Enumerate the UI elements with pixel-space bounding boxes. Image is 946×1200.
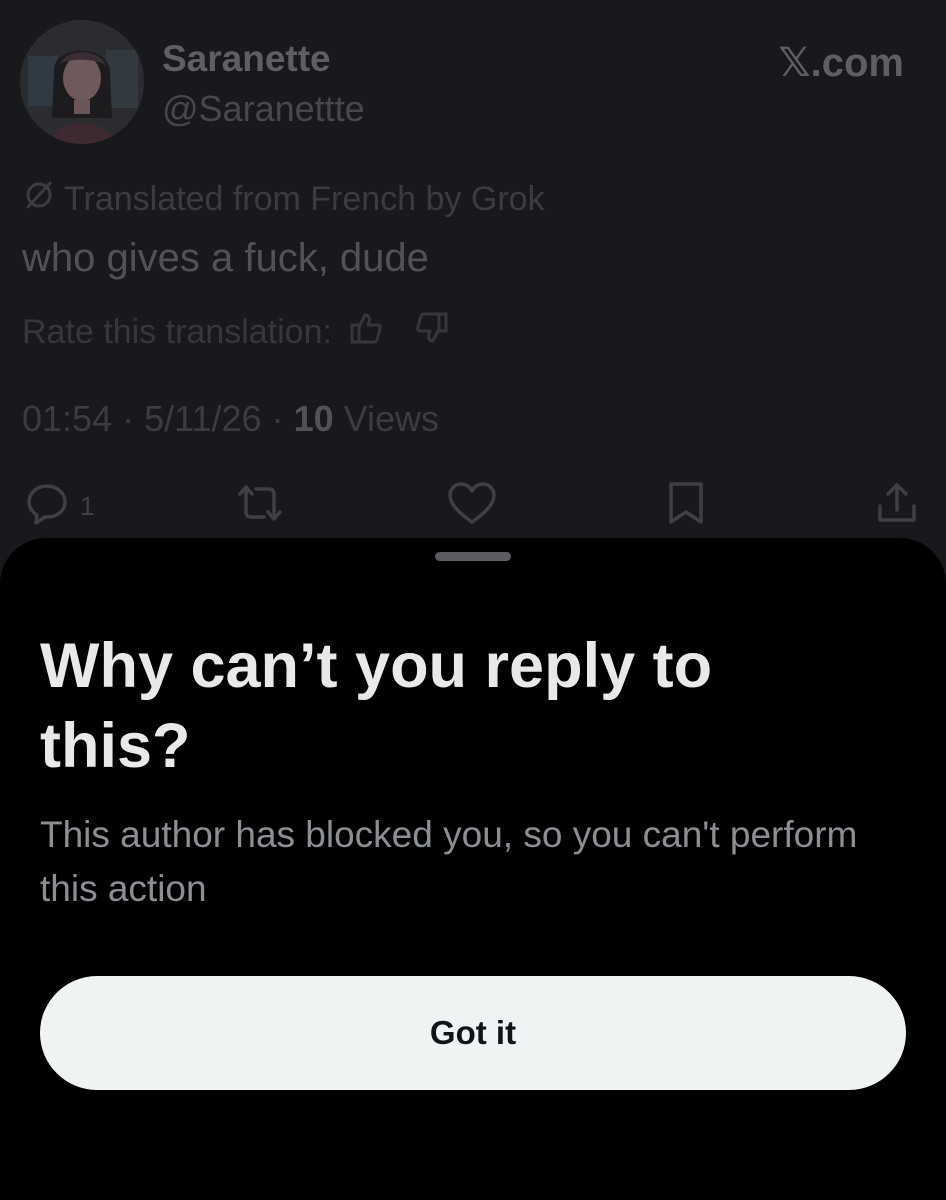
reply-button[interactable]: 1 <box>24 480 94 533</box>
tweet-actions: 1 <box>0 480 946 530</box>
translate-icon <box>22 178 56 221</box>
thumbs-down-icon[interactable] <box>414 310 450 355</box>
sheet-message: This author has blocked you, so you can'… <box>40 814 858 909</box>
thumbs-up-icon[interactable] <box>348 310 384 355</box>
tweet-card: Saranette @Saranettte 𝕏.com Translated f… <box>0 0 946 560</box>
avatar-image <box>20 20 144 144</box>
share-icon <box>874 480 920 533</box>
meta-separator: · <box>122 398 135 439</box>
site-logo: 𝕏.com <box>778 41 904 85</box>
views-label: Views <box>343 398 440 439</box>
translation-notice: Translated from French by Grok <box>22 178 545 221</box>
translation-label: Translated from French by Grok <box>64 180 545 218</box>
display-name[interactable]: Saranette <box>162 38 331 80</box>
like-icon <box>446 480 498 533</box>
bookmark-icon <box>666 480 706 533</box>
tweet-time: 01:54 <box>22 398 113 439</box>
like-button[interactable] <box>446 480 498 533</box>
meta-separator: · <box>271 398 284 439</box>
sheet-grabber[interactable] <box>435 552 511 561</box>
tweet-text: who gives a fuck, dude <box>22 236 429 280</box>
bookmark-button[interactable] <box>666 480 706 533</box>
tweet-date: 5/11/26 <box>144 398 262 439</box>
share-button[interactable] <box>874 480 920 533</box>
sheet-title: Why can’t you reply to this? <box>40 631 713 781</box>
bottom-sheet: Why can’t you reply to this? This author… <box>0 538 946 1200</box>
screen: Saranette @Saranettte 𝕏.com Translated f… <box>0 0 946 1200</box>
retweet-button[interactable] <box>232 480 288 533</box>
rate-label: Rate this translation: <box>22 313 332 351</box>
retweet-icon <box>232 480 288 533</box>
reply-icon <box>24 480 70 533</box>
avatar[interactable] <box>20 20 144 144</box>
user-handle[interactable]: @Saranettte <box>162 88 365 130</box>
views-count: 10 <box>293 398 334 439</box>
reply-count: 1 <box>80 491 95 521</box>
got-it-button[interactable]: Got it <box>40 976 906 1090</box>
rate-translation: Rate this translation: <box>22 310 450 355</box>
tweet-meta: 01:54 · 5/11/26 · 10 Views <box>22 398 439 440</box>
